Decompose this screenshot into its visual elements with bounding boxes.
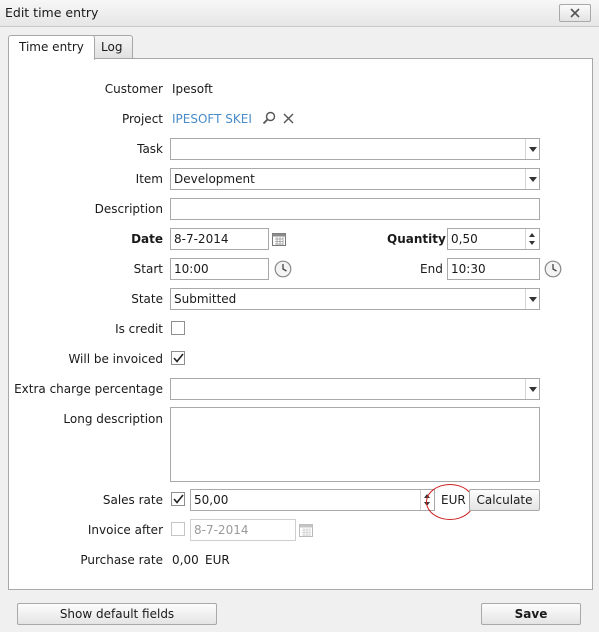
start-time-input[interactable]: 10:00 (170, 258, 269, 280)
will-be-invoiced-label: Will be invoiced (68, 352, 163, 366)
end-label: End (420, 262, 443, 276)
sales-rate-checkbox[interactable] (171, 492, 185, 506)
item-label: Item (135, 172, 163, 186)
purchase-rate-value: 0,00 (172, 553, 199, 567)
customer-label: Customer (104, 82, 163, 96)
close-icon (570, 8, 580, 18)
clear-project-icon[interactable] (283, 113, 294, 124)
chevron-down-icon[interactable] (525, 169, 539, 189)
extra-charge-label: Extra charge percentage (14, 382, 163, 396)
invoice-after-label: Invoice after (87, 523, 163, 537)
state-label: State (131, 292, 163, 306)
is-credit-checkbox[interactable] (171, 321, 185, 335)
save-button[interactable]: Save (481, 603, 581, 625)
task-select[interactable] (170, 138, 540, 160)
description-label: Description (94, 202, 163, 216)
chevron-down-icon[interactable] (525, 139, 539, 159)
long-description-label: Long description (63, 412, 163, 426)
sales-rate-stepper[interactable]: 50,00 (190, 489, 435, 511)
will-be-invoiced-checkbox[interactable] (171, 351, 185, 365)
chevron-down-icon[interactable] (525, 379, 539, 399)
state-value: Submitted (174, 292, 237, 306)
date-label: Date (131, 232, 163, 246)
extra-charge-select[interactable] (170, 378, 540, 400)
calculate-button[interactable]: Calculate (469, 489, 540, 511)
calendar-icon[interactable] (272, 232, 286, 246)
task-label: Task (137, 142, 163, 156)
stepper-arrows-icon[interactable] (525, 229, 539, 249)
close-button[interactable] (559, 4, 591, 22)
title-bar: Edit time entry (0, 0, 599, 27)
window-title: Edit time entry (5, 5, 99, 20)
project-label: Project (121, 112, 163, 126)
description-input[interactable] (170, 198, 540, 220)
project-link[interactable]: IPESOFT SKEI (172, 112, 252, 126)
long-description-textarea[interactable] (170, 407, 540, 482)
purchase-rate-label: Purchase rate (80, 553, 163, 567)
item-value: Development (174, 172, 255, 186)
search-icon[interactable] (262, 111, 276, 125)
invoice-after-date-input[interactable]: 8-7-2014 (190, 519, 296, 541)
tab-log[interactable]: Log (90, 35, 134, 59)
annotation-circle (426, 484, 474, 520)
start-label: Start (133, 262, 163, 276)
is-credit-label: Is credit (115, 322, 163, 336)
end-time-input[interactable]: 10:30 (447, 258, 540, 280)
state-select[interactable]: Submitted (170, 288, 540, 310)
calendar-icon[interactable] (299, 523, 313, 537)
customer-value: Ipesoft (172, 82, 213, 96)
quantity-stepper[interactable]: 0,50 (447, 228, 540, 250)
invoice-after-checkbox[interactable] (171, 522, 185, 536)
clock-icon[interactable] (544, 260, 562, 278)
date-input[interactable]: 8-7-2014 (170, 228, 269, 250)
quantity-value: 0,50 (451, 232, 478, 246)
quantity-label: Quantity (387, 232, 446, 246)
chevron-down-icon[interactable] (525, 289, 539, 309)
show-default-fields-button[interactable]: Show default fields (17, 603, 217, 625)
tab-time-entry[interactable]: Time entry (8, 35, 95, 60)
item-select[interactable]: Development (170, 168, 540, 190)
checkmark-icon (172, 494, 184, 504)
purchase-rate-currency: EUR (205, 553, 230, 567)
clock-icon[interactable] (274, 260, 292, 278)
checkmark-icon (172, 353, 184, 363)
sales-rate-value: 50,00 (194, 493, 229, 507)
sales-rate-label: Sales rate (102, 493, 163, 507)
